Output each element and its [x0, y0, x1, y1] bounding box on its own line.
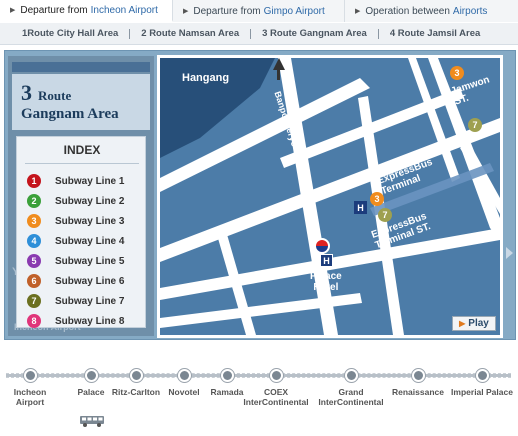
subway-line-badge-icon: 1 [27, 174, 41, 188]
stop-label[interactable]: Renaissance [383, 387, 453, 397]
play-label: Play [468, 318, 489, 329]
tab-departure-incheon[interactable]: ▶ Departure from Incheon Airport [0, 0, 173, 22]
arrow-up-icon [277, 68, 280, 80]
play-icon: ▶ [459, 319, 466, 328]
tab-departure-gimpo[interactable]: ▶ Departure from Gimpo Airport [173, 0, 345, 22]
tab-prefix: Departure from [193, 5, 261, 17]
subway-3-badge: 3 [370, 192, 384, 206]
divider [129, 28, 131, 39]
subway-line-item[interactable]: 5 Subway Line 5 [27, 253, 124, 269]
timeline-track [6, 374, 511, 377]
stop-dot[interactable] [221, 369, 234, 382]
bus-icon [80, 416, 104, 427]
subway-line-label: Subway Line 3 [55, 215, 125, 227]
subway-line-item[interactable]: 2 Subway Line 2 [27, 193, 124, 209]
stop-dot[interactable] [270, 369, 283, 382]
subway-line-badge-icon: 3 [27, 214, 41, 228]
triangle-right-icon: ▶ [183, 8, 189, 15]
route-word: Route [38, 88, 72, 103]
hotel-h-icon: H [320, 254, 333, 267]
hotel-logo-icon [314, 238, 330, 254]
tab-prefix: Operation between [365, 5, 450, 17]
stop-label[interactable]: Imperial Palace [447, 387, 517, 397]
subway-line-item[interactable]: 7 Subway Line 7 [27, 293, 124, 309]
route-area-title: Gangnam Area [21, 106, 119, 122]
subway-line-label: Subway Line 8 [55, 315, 125, 327]
subway-line-item[interactable]: 6 Subway Line 6 [27, 273, 124, 289]
terminal-h-icon: H [354, 201, 367, 214]
triangle-right-icon: ▶ [10, 7, 16, 14]
triangle-right-icon: ▶ [355, 8, 361, 15]
subway-line-label: Subway Line 6 [55, 275, 125, 287]
route-number: 3 [21, 80, 32, 105]
tab-highlight: Airports [452, 5, 488, 17]
stop-dot[interactable] [345, 369, 358, 382]
map-label-palace-hotel: Palace Hotel [310, 271, 342, 293]
subway-line-badge-icon: 8 [27, 314, 41, 328]
route-title-card: 3 Route Gangnam Area [12, 74, 150, 130]
subway-line-label: Subway Line 7 [55, 295, 125, 307]
subway-line-badge-icon: 2 [27, 194, 41, 208]
airport-tabs: ▶ Departure from Incheon Airport ▶ Depar… [0, 0, 518, 22]
subway-line-item[interactable]: 4 Subway Line 4 [27, 233, 124, 249]
stop-timeline: Incheon Airport Palace Ritz-Carlton Novotel… [6, 368, 513, 428]
route-link-3[interactable]: 3 Route Gangnam Area [262, 28, 367, 39]
play-button[interactable]: ▶ Play [452, 316, 496, 331]
divider [25, 163, 139, 164]
subway-line-badge-icon: 4 [27, 234, 41, 248]
tab-highlight: Gimpo Airport [263, 5, 325, 17]
route-link-1[interactable]: 1Route City Hall Area [22, 28, 118, 39]
stop-dot[interactable] [85, 369, 98, 382]
route-map[interactable]: Hangang Banpodaeryo Jamwon ST. Banpo ST.… [157, 55, 503, 338]
stop-dot[interactable] [412, 369, 425, 382]
route-panel: In Yo Incheon Airport 3 Route Gangnam Ar… [4, 50, 516, 340]
subway-index: INDEX 1 Subway Line 1 2 Subway Line 2 3 Subwa… [16, 136, 146, 328]
tab-prefix: Departure from [20, 4, 88, 16]
subway-line-label: Subway Line 1 [55, 175, 125, 187]
subway-line-badge-icon: 5 [27, 254, 41, 268]
subway-line-item[interactable]: 1 Subway Line 1 [27, 173, 124, 189]
stop-label[interactable]: Grand InterContinental [316, 387, 386, 407]
subway-line-badge-icon: 6 [27, 274, 41, 288]
subway-3-badge: 3 [450, 66, 464, 80]
subway-line-item[interactable]: 8 Subway Line 8 [27, 313, 124, 329]
index-title: INDEX [63, 143, 101, 157]
subway-line-badge-icon: 7 [27, 294, 41, 308]
subway-line-label: Subway Line 5 [55, 255, 125, 267]
tab-highlight: Incheon Airport [90, 4, 158, 16]
stop-dot[interactable] [178, 369, 191, 382]
route-sidebar: In Yo Incheon Airport 3 Route Gangnam Ar… [8, 56, 154, 336]
tab-operation-between-airports[interactable]: ▶ Operation between Airports [345, 0, 518, 22]
subway-7-badge: 7 [468, 118, 482, 132]
divider [250, 28, 252, 39]
stop-dot[interactable] [476, 369, 489, 382]
stop-dot[interactable] [130, 369, 143, 382]
sidebar-header-bar [12, 62, 150, 72]
stop-dot[interactable] [24, 369, 37, 382]
subway-line-label: Subway Line 4 [55, 235, 125, 247]
route-bar: 1Route City Hall Area 2 Route Namsan Are… [0, 23, 518, 45]
route-link-2[interactable]: 2 Route Namsan Area [141, 28, 239, 39]
subway-7-badge: 7 [378, 208, 392, 222]
subway-line-label: Subway Line 2 [55, 195, 125, 207]
route-link-4[interactable]: 4 Route Jamsil Area [390, 28, 480, 39]
subway-line-item[interactable]: 3 Subway Line 3 [27, 213, 124, 229]
map-graphic [160, 58, 500, 335]
chevron-right-icon[interactable] [506, 247, 513, 259]
map-label-hangang: Hangang [182, 72, 230, 84]
stop-label[interactable]: COEX InterContinental [241, 387, 311, 407]
divider [377, 28, 379, 39]
